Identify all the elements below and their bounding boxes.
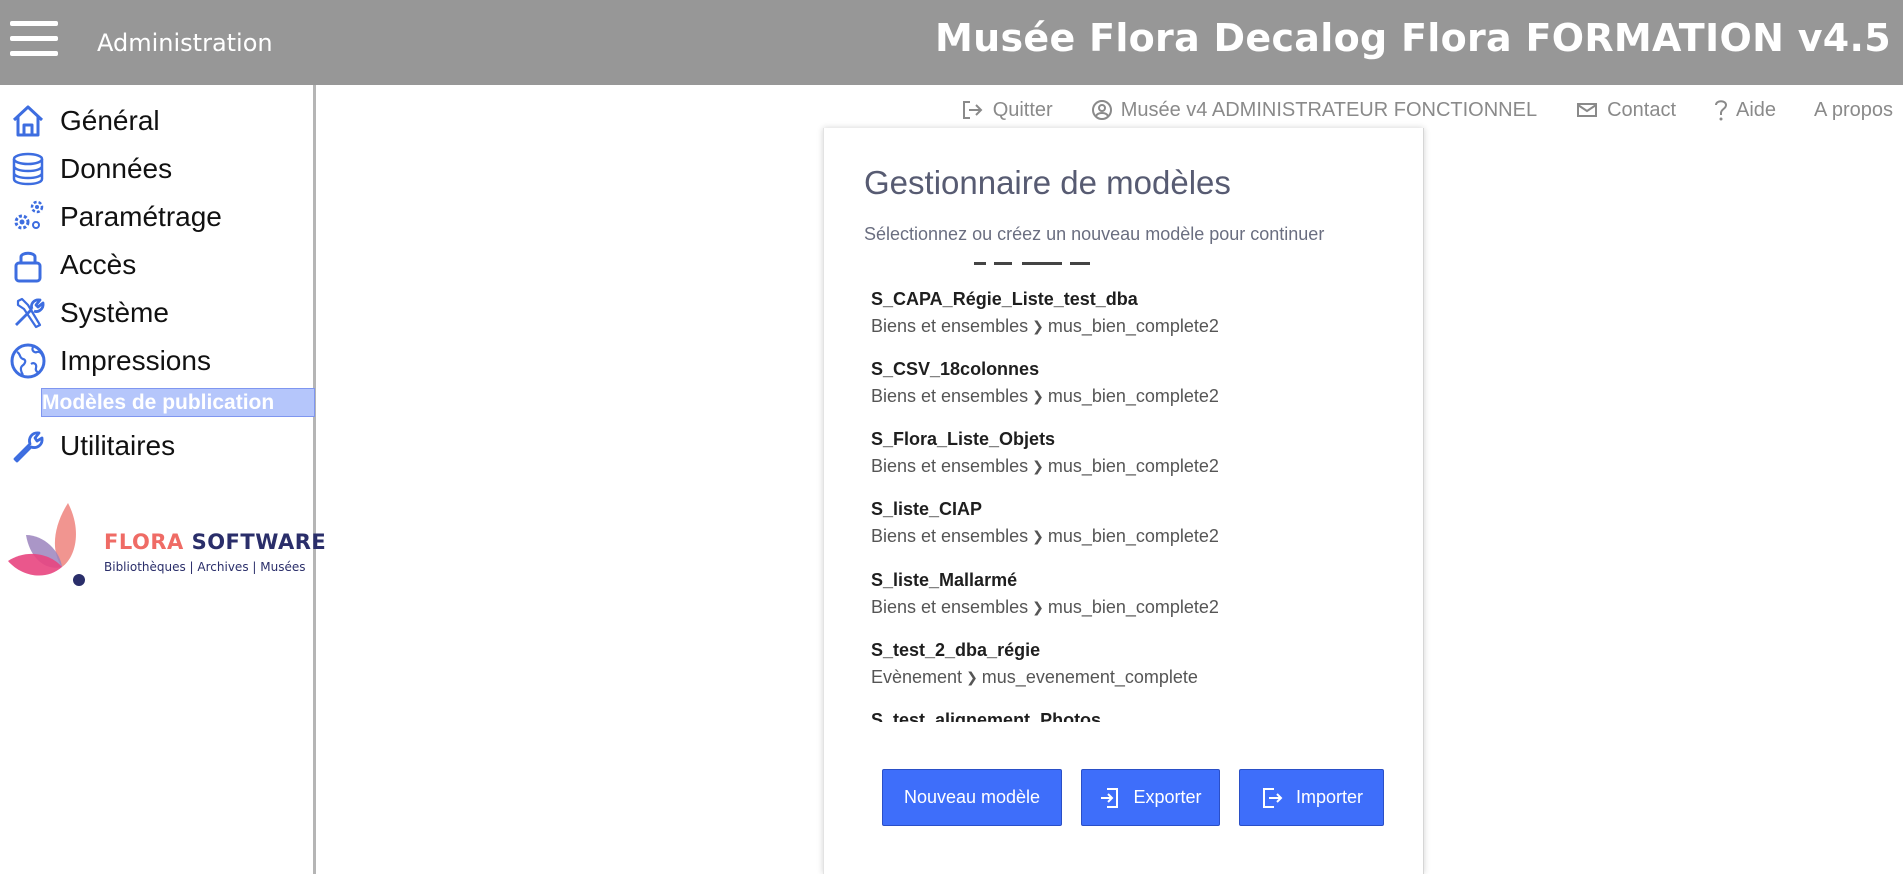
chevron-right-icon: ❯ bbox=[1032, 528, 1044, 544]
chevron-right-icon: ❯ bbox=[1032, 599, 1044, 615]
model-name: S_liste_CIAP bbox=[871, 499, 983, 519]
flora-software-logo: FLORA SOFTWARE Bibliothèques | Archives … bbox=[6, 495, 326, 586]
panel-subtitle: Sélectionnez ou créez un nouveau modèle … bbox=[864, 224, 1325, 244]
top-bar: Administration Musée Flora Decalog Flora… bbox=[0, 0, 1903, 85]
about-link[interactable]: A propos bbox=[1814, 99, 1893, 122]
envelope-icon bbox=[1577, 103, 1598, 117]
import-icon bbox=[1262, 787, 1283, 808]
chevron-right-icon: ❯ bbox=[966, 669, 978, 685]
sidebar-item-label: Système bbox=[60, 297, 169, 328]
list-item[interactable]: S_Flora_Liste_Objets Biens et ensembles ❯… bbox=[871, 429, 1371, 477]
sidebar-item-impressions[interactable]: Impressions bbox=[8, 339, 211, 383]
user-label: Musée v4 ADMINISTRATEUR FONCTIONNEL bbox=[1120, 98, 1538, 121]
app-title: Musée Flora Decalog Flora FORMATION v4.5 bbox=[935, 16, 1891, 60]
export-label: Exporter bbox=[1133, 787, 1202, 807]
sidebar-item-donnees[interactable]: Données bbox=[8, 147, 172, 191]
database-icon bbox=[8, 149, 48, 189]
contact-link[interactable]: Contact bbox=[1575, 99, 1676, 122]
section-title: Administration bbox=[97, 29, 273, 57]
list-item[interactable]: S_test_2_dba_régie Evènement ❯ mus_eveneme… bbox=[871, 640, 1371, 688]
lock-icon bbox=[8, 245, 48, 285]
list-item[interactable]: S_CSV_18colonnes Biens et ensembles ❯ mus_… bbox=[871, 359, 1371, 407]
chevron-right-icon: ❯ bbox=[1032, 458, 1044, 474]
gears-icon bbox=[8, 197, 48, 237]
sidebar-item-label: Impressions bbox=[60, 345, 211, 376]
model-list[interactable]: S_CAPA_Régie_Liste_test_dba Biens et ens… bbox=[864, 262, 1384, 722]
list-item[interactable]: S_CAPA_Régie_Liste_test_dba Biens et ens… bbox=[871, 289, 1371, 337]
quit-link[interactable]: Quitter bbox=[961, 99, 1053, 122]
list-item[interactable]: S_liste_Mallarmé Biens et ensembles ❯ mus_… bbox=[871, 570, 1371, 618]
chevron-right-icon: ❯ bbox=[1032, 388, 1044, 404]
model-path: Biens et ensembles ❯ mus_bien_complete2 bbox=[871, 316, 1219, 336]
new-model-label: Nouveau modèle bbox=[903, 787, 1041, 807]
logout-icon bbox=[962, 101, 983, 119]
list-item[interactable]: S_test_alignement_Photos bbox=[871, 710, 1371, 722]
sidebar-item-label: Accès bbox=[60, 249, 137, 280]
chevron-right-icon: ❯ bbox=[1032, 318, 1044, 334]
model-path: Biens et ensembles ❯ mus_bien_complete2 bbox=[871, 597, 1219, 617]
model-name: S_liste_Mallarmé bbox=[871, 570, 1018, 590]
model-name: S_Flora_Liste_Objets bbox=[871, 429, 1056, 449]
sidebar-item-utilitaires[interactable]: Utilitaires bbox=[8, 424, 175, 468]
model-manager-panel: Gestionnaire de modèles Sélectionnez ou … bbox=[823, 128, 1424, 874]
list-item[interactable]: S_liste_CIAP Biens et ensembles ❯ mus_bien… bbox=[871, 499, 1371, 547]
sidebar-item-label: Général bbox=[60, 105, 160, 136]
sidebar: Général Données Paramétrage Accès Systèm… bbox=[0, 85, 326, 874]
export-button[interactable]: Exporter bbox=[1081, 769, 1220, 826]
model-path: Biens et ensembles ❯ mus_bien_complete2 bbox=[871, 386, 1219, 406]
export-icon bbox=[1101, 787, 1119, 808]
globe-icon bbox=[8, 341, 48, 381]
wrench-icon bbox=[8, 426, 48, 466]
logo-tagline: Bibliothèques | Archives | Musées bbox=[104, 560, 306, 574]
model-path: Biens et ensembles ❯ mus_bien_complete2 bbox=[871, 526, 1219, 546]
panel-title: Gestionnaire de modèles bbox=[864, 164, 1231, 201]
flora-flower-icon bbox=[8, 503, 85, 586]
help-link[interactable]: Aide bbox=[1714, 98, 1776, 122]
sidebar-item-parametrage[interactable]: Paramétrage bbox=[8, 195, 222, 239]
sidebar-subitem-modeles-publication[interactable]: Modèles de publication bbox=[41, 388, 315, 417]
model-path: Biens et ensembles ❯ mus_bien_complete2 bbox=[871, 456, 1219, 476]
sidebar-item-systeme[interactable]: Système bbox=[8, 291, 169, 335]
question-icon bbox=[1715, 100, 1728, 121]
tools-icon bbox=[8, 293, 48, 333]
user-menu[interactable]: Musée v4 ADMINISTRATEUR FONCTIONNEL bbox=[1091, 99, 1537, 122]
home-icon bbox=[8, 101, 48, 141]
user-toolbar: Quitter Musée v4 ADMINISTRATEUR FONCTION… bbox=[923, 96, 1893, 124]
import-label: Importer bbox=[1295, 787, 1364, 807]
model-name: S_test_2_dba_régie bbox=[871, 640, 1041, 660]
about-label: A propos bbox=[1814, 98, 1893, 121]
quit-label: Quitter bbox=[992, 98, 1053, 121]
clipped-previous-item bbox=[974, 262, 1090, 265]
model-path: Evènement ❯ mus_evenement_complete bbox=[871, 667, 1198, 687]
sidebar-item-label: Paramétrage bbox=[60, 201, 222, 232]
new-model-button[interactable]: Nouveau modèle bbox=[882, 769, 1062, 826]
help-label: Aide bbox=[1736, 98, 1777, 121]
model-name: S_CAPA_Régie_Liste_test_dba bbox=[871, 289, 1138, 309]
import-button[interactable]: Importer bbox=[1239, 769, 1384, 826]
sidebar-item-acces[interactable]: Accès bbox=[8, 243, 136, 287]
model-name: S_test_alignement_Photos bbox=[871, 710, 1102, 722]
sidebar-item-label: Utilitaires bbox=[60, 430, 176, 461]
contact-label: Contact bbox=[1607, 98, 1677, 121]
user-circle-icon bbox=[1091, 100, 1112, 120]
logo-brand: FLORA SOFTWARE bbox=[104, 530, 327, 554]
sidebar-item-general[interactable]: Général bbox=[8, 99, 160, 143]
hamburger-menu-icon[interactable] bbox=[10, 21, 58, 57]
model-name: S_CSV_18colonnes bbox=[871, 359, 1040, 379]
sidebar-item-label: Données bbox=[60, 153, 173, 184]
